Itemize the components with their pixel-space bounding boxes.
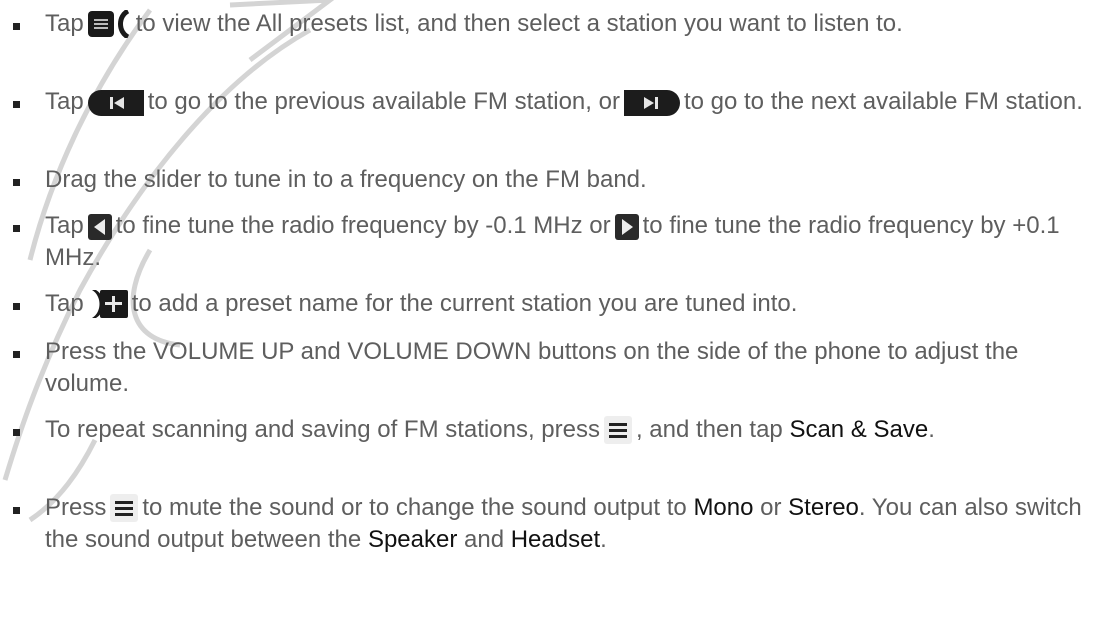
bullet (13, 429, 20, 436)
option-headset: Headset (510, 526, 601, 553)
list-item-text: Press to mute the sound or to change the … (45, 494, 1082, 553)
previous-station-icon (87, 90, 144, 116)
presets-list-icon (87, 10, 132, 38)
option-mono: Mono (693, 494, 754, 521)
list-item-text: Tap to fine tune the radio frequency by -… (45, 212, 1060, 271)
list-item-text: Press the VOLUME UP and VOLUME DOWN butt… (45, 338, 1019, 397)
bullet (13, 507, 20, 514)
menu-icon (603, 416, 632, 444)
next-station-icon (623, 90, 680, 116)
fine-tune-down-icon (87, 214, 112, 240)
list-item-text: To repeat scanning and saving of FM stat… (45, 416, 935, 444)
add-preset-icon (88, 290, 128, 318)
bullet (13, 303, 20, 310)
bullet (13, 225, 20, 232)
list-item-text: Tap to view the All presets list, and the… (45, 10, 903, 38)
fine-tune-up-icon (614, 214, 639, 240)
bullet (13, 351, 20, 358)
list-item-text: Tap to add a preset name for the current … (45, 290, 798, 318)
menu-option-scan-save: Scan & Save (789, 416, 929, 443)
list-item-text: Tap to go to the previous available FM st… (45, 88, 1083, 116)
list-item-text: Drag the slider to tune in to a frequenc… (45, 166, 647, 193)
bullet (13, 23, 20, 30)
option-stereo: Stereo (788, 494, 859, 521)
bullet (13, 101, 20, 108)
option-speaker: Speaker (367, 526, 458, 553)
bullet (13, 179, 20, 186)
menu-icon (110, 494, 139, 522)
